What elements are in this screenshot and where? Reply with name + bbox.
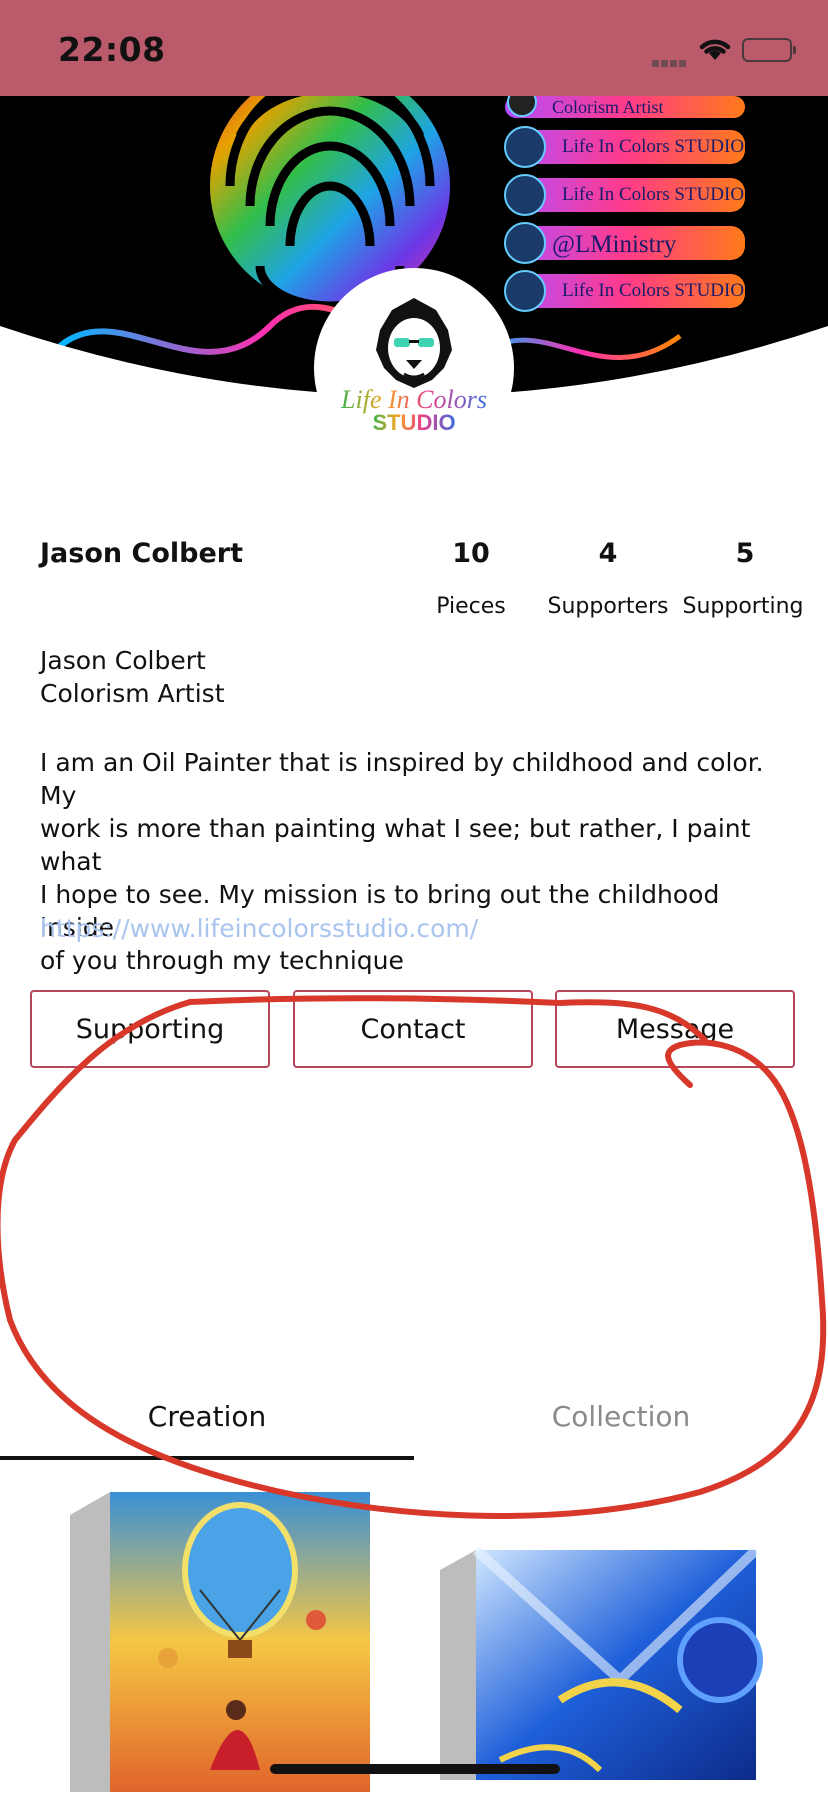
- lion-icon: [376, 298, 452, 388]
- tab-creation[interactable]: Creation: [0, 1400, 414, 1433]
- social-label: Life In Colors STUDIO: [562, 184, 744, 205]
- social-label: Colorism Artist: [552, 97, 664, 117]
- stat-pieces-label[interactable]: Pieces: [396, 594, 546, 619]
- stat-supporting-value[interactable]: 5: [675, 538, 815, 569]
- avatar[interactable]: Life In Colors STUDIO: [314, 268, 514, 468]
- stat-pieces-value[interactable]: 10: [401, 538, 541, 569]
- logo-text: STUDIO: [372, 410, 455, 435]
- bio-name: Jason Colbert: [40, 646, 206, 675]
- home-indicator[interactable]: [270, 1764, 560, 1774]
- active-tab-indicator: [0, 1456, 414, 1460]
- bio-title: Colorism Artist: [40, 679, 225, 708]
- artwork-grid: [0, 1480, 828, 1792]
- stat-supporters-label[interactable]: Supporters: [533, 594, 683, 619]
- social-label: @LMinistry: [552, 231, 677, 258]
- bio-description-line: work is more than painting what I see; b…: [40, 814, 751, 876]
- supporting-button[interactable]: Supporting: [30, 990, 270, 1068]
- tab-collection[interactable]: Collection: [414, 1400, 828, 1433]
- status-bar: 22:08: [0, 0, 828, 96]
- artwork-item[interactable]: [70, 1492, 370, 1792]
- profile-name: Jason Colbert: [40, 538, 243, 569]
- bio-description-line: I am an Oil Painter that is inspired by …: [40, 748, 764, 810]
- social-label: Life In Colors STUDIO: [562, 136, 744, 157]
- cellular-signal-icon: [652, 52, 688, 71]
- contact-button[interactable]: Contact: [293, 990, 533, 1068]
- stat-supporting-label[interactable]: Supporting: [668, 594, 818, 619]
- status-time: 22:08: [58, 30, 166, 69]
- website-link[interactable]: https://www.lifeincolorsstudio.com/: [40, 914, 478, 943]
- wifi-icon: [698, 36, 732, 66]
- battery-icon: [742, 38, 796, 62]
- bio-description-line: of you through my technique: [40, 946, 404, 975]
- social-label: Life In Colors STUDIO: [562, 280, 744, 301]
- stat-supporters-value[interactable]: 4: [538, 538, 678, 569]
- message-button[interactable]: Message: [555, 990, 795, 1068]
- artwork-item[interactable]: [440, 1546, 763, 1780]
- artwork-thumbnails: [70, 1492, 763, 1792]
